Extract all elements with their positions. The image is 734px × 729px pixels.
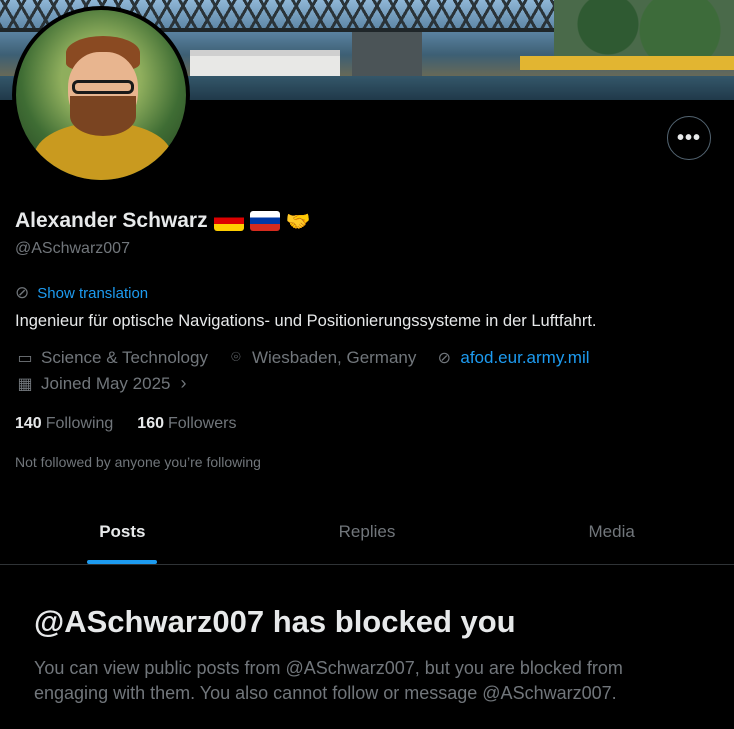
active-tab-indicator (87, 560, 158, 564)
profile-meta: ▭ Science & Technology ⌾ Wiesbaden, Germ… (15, 348, 608, 368)
show-translation-link[interactable]: ⊘ Show translation (15, 283, 148, 303)
not-followed-note: Not followed by anyone you’re following (15, 454, 261, 470)
joined-label: Joined May 2025 (41, 373, 171, 393)
tab-media[interactable]: Media (489, 500, 734, 564)
profile-tabs: Posts Replies Media (0, 500, 734, 565)
avatar-glasses (72, 80, 134, 94)
display-name-row: Alexander Schwarz 🤝 (15, 205, 311, 237)
profile-handle: @ASchwarz007 (15, 240, 130, 257)
display-name: Alexander Schwarz (15, 209, 208, 232)
more-options-button[interactable]: ••• (667, 116, 711, 160)
blocked-description: You can view public posts from @ASchwarz… (34, 658, 623, 703)
handshake-icon: 🤝 (285, 210, 311, 233)
more-icon: ••• (676, 126, 701, 149)
banner-awning (520, 56, 734, 70)
briefcase-icon: ▭ (17, 350, 33, 367)
avatar-beard (70, 96, 136, 136)
meta-location: ⌾ Wiesbaden, Germany (226, 348, 416, 368)
translate-icon: ⊘ (15, 283, 30, 302)
following-link[interactable]: 140 Following (15, 415, 113, 433)
tab-media-label: Media (588, 522, 635, 541)
link-icon: ⊘ (437, 350, 452, 367)
meta-joined[interactable]: ▦ Joined May 2025 › (15, 373, 186, 394)
tab-replies-label: Replies (338, 522, 396, 541)
blocked-title: @ASchwarz007 has blocked you (34, 604, 516, 639)
flag-de-icon (213, 211, 244, 231)
show-translation-label: Show translation (37, 284, 149, 302)
tab-posts[interactable]: Posts (0, 500, 245, 564)
banner-trees (554, 0, 734, 60)
followers-count: 160 (137, 415, 164, 432)
followers-link[interactable]: 160 Followers (137, 415, 236, 433)
chevron-right-icon: › (180, 373, 187, 393)
profile-bio: Ingenieur für optische Navigations- und … (15, 312, 597, 330)
meta-website[interactable]: ⊘ afod.eur.army.mil (434, 348, 590, 368)
calendar-icon: ▦ (17, 375, 33, 393)
tab-posts-label: Posts (99, 522, 146, 541)
profile-joined[interactable]: ▦ Joined May 2025 › (15, 373, 186, 394)
following-label: Following (45, 415, 114, 432)
location-label: Wiesbaden, Germany (251, 348, 417, 367)
avatar[interactable] (12, 6, 190, 184)
followers-label: Followers (168, 415, 237, 432)
meta-category: ▭ Science & Technology (15, 348, 208, 368)
flag-ru-icon (249, 211, 280, 231)
category-label: Science & Technology (41, 348, 208, 367)
tab-replies[interactable]: Replies (245, 500, 490, 564)
location-pin-icon: ⌾ (231, 349, 241, 366)
website-link[interactable]: afod.eur.army.mil (460, 348, 589, 368)
following-count: 140 (15, 415, 42, 432)
follow-stats: 140 Following 160 Followers (15, 415, 236, 433)
